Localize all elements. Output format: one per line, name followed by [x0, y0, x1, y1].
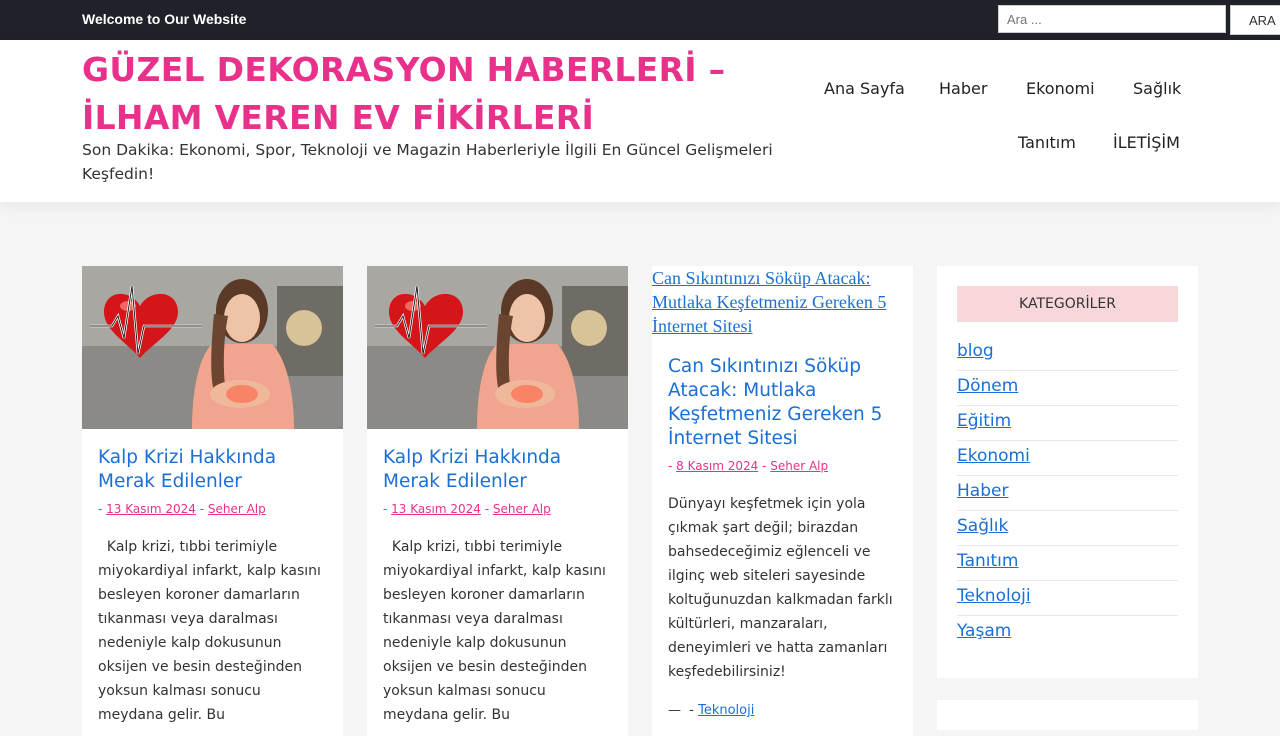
list-item: Yaşam — [957, 616, 1178, 650]
category-list: blog Dönem Eğitim Ekonomi Haber Sağlık T… — [957, 336, 1178, 650]
list-item: Sağlık — [957, 511, 1178, 546]
post-category-link[interactable]: Teknoloji — [698, 703, 754, 718]
category-link-donem[interactable]: Dönem — [957, 371, 1178, 396]
post-category-line: — - Teknoloji — [668, 703, 755, 718]
nav-item-ekonomi[interactable]: Ekonomi — [1026, 79, 1095, 98]
nav-item-tanitim[interactable]: Tanıtım — [1018, 133, 1076, 152]
broken-image-alt-text[interactable]: Can Sıkıntınızı Söküp Atacak: Mutlaka Ke… — [652, 266, 902, 338]
search-input[interactable] — [998, 5, 1226, 33]
post-date[interactable]: 8 Kasım 2024 — [676, 459, 758, 473]
post-excerpt: Dünyayı keşfetmek için yola çıkmak şart … — [668, 496, 893, 680]
post-meta: - 8 Kasım 2024 - Seher Alp — [668, 459, 829, 473]
dash-icon: — — [668, 703, 681, 718]
post-date[interactable]: 13 Kasım 2024 — [391, 502, 481, 516]
post-thumbnail[interactable] — [367, 266, 628, 429]
heart-attack-image — [367, 266, 628, 429]
top-bar: Welcome to Our Website ARA — [0, 0, 1280, 40]
sidebar-widget — [937, 700, 1198, 730]
list-item: blog — [957, 336, 1178, 371]
category-link-ekonomi[interactable]: Ekonomi — [957, 441, 1178, 466]
post-title[interactable]: Kalp Krizi Hakkında Merak Edilenler — [383, 446, 617, 494]
post-date[interactable]: 13 Kasım 2024 — [106, 502, 196, 516]
post-excerpt: Kalp krizi, tıbbi terimiyle miyokardiyal… — [98, 539, 326, 723]
post-card: Kalp Krizi Hakkında Merak Edilenler - 13… — [82, 266, 343, 736]
site-title[interactable]: GÜZEL DEKORASYON HABERLERİ – İLHAM VEREN… — [82, 46, 742, 142]
post-author[interactable]: Seher Alp — [208, 502, 266, 516]
welcome-text: Welcome to Our Website — [82, 11, 247, 27]
category-link-tanitim[interactable]: Tanıtım — [957, 546, 1178, 571]
category-link-yasam[interactable]: Yaşam — [957, 616, 1178, 641]
widget-title: KATEGORİLER — [957, 286, 1178, 322]
post-author[interactable]: Seher Alp — [770, 459, 828, 473]
category-link-blog[interactable]: blog — [957, 336, 1178, 361]
sidebar-categories-widget: KATEGORİLER blog Dönem Eğitim Ekonomi Ha… — [937, 266, 1198, 678]
post-card: Can Sıkıntınızı Söküp Atacak: Mutlaka Ke… — [652, 266, 913, 736]
post-title[interactable]: Can Sıkıntınızı Söküp Atacak: Mutlaka Ke… — [668, 355, 902, 451]
category-link-haber[interactable]: Haber — [957, 476, 1178, 501]
list-item: Tanıtım — [957, 546, 1178, 581]
post-thumbnail[interactable] — [82, 266, 343, 429]
list-item: Haber — [957, 476, 1178, 511]
nav-item-saglik[interactable]: Sağlık — [1133, 79, 1181, 98]
post-meta: - 13 Kasım 2024 - Seher Alp — [98, 502, 266, 516]
post-meta: - 13 Kasım 2024 - Seher Alp — [383, 502, 551, 516]
nav-item-iletisim[interactable]: İLETİŞİM — [1113, 133, 1180, 152]
site-header: GÜZEL DEKORASYON HABERLERİ – İLHAM VEREN… — [0, 40, 1280, 202]
post-author[interactable]: Seher Alp — [493, 502, 551, 516]
category-link-egitim[interactable]: Eğitim — [957, 406, 1178, 431]
category-link-teknoloji[interactable]: Teknoloji — [957, 581, 1178, 606]
post-excerpt: Kalp krizi, tıbbi terimiyle miyokardiyal… — [383, 539, 611, 723]
list-item: Eğitim — [957, 406, 1178, 441]
list-item: Dönem — [957, 371, 1178, 406]
nav-item-ana-sayfa[interactable]: Ana Sayfa — [824, 79, 905, 98]
search-button[interactable]: ARA — [1230, 5, 1280, 35]
site-description: Son Dakika: Ekonomi, Spor, Teknoloji ve … — [82, 141, 773, 183]
heart-attack-image — [82, 266, 343, 429]
post-title[interactable]: Kalp Krizi Hakkında Merak Edilenler — [98, 446, 332, 494]
list-item: Ekonomi — [957, 441, 1178, 476]
category-link-saglik[interactable]: Sağlık — [957, 511, 1178, 536]
post-card: Kalp Krizi Hakkında Merak Edilenler - 13… — [367, 266, 628, 736]
list-item: Teknoloji — [957, 581, 1178, 616]
nav-item-haber[interactable]: Haber — [939, 79, 987, 98]
